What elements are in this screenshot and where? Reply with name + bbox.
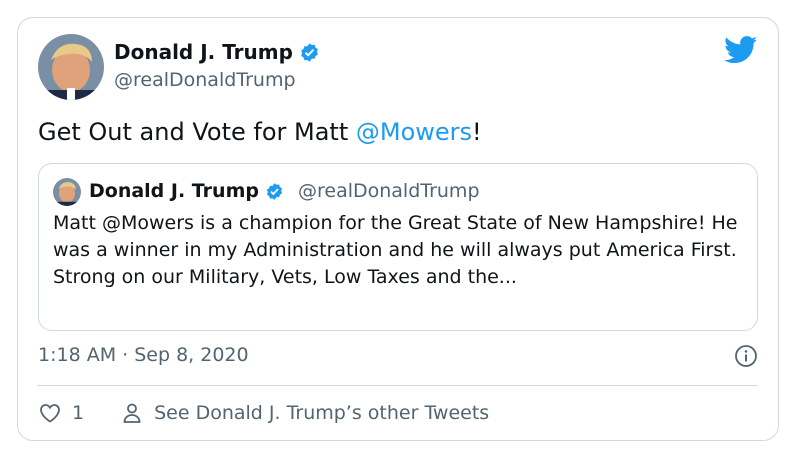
other-tweets-label: See Donald J. Trump’s other Tweets: [154, 402, 490, 424]
author-handle[interactable]: @realDonaldTrump: [114, 69, 296, 91]
quoted-author-avatar: [53, 178, 81, 206]
tweet-actions: 1 See Donald J. Trump’s other Tweets: [38, 401, 489, 425]
tweet-text-end: !: [472, 118, 482, 146]
author-name[interactable]: Donald J. Trump: [114, 40, 293, 64]
like-count: 1: [72, 402, 85, 424]
author-name-row[interactable]: Donald J. Trump: [114, 40, 320, 64]
info-icon[interactable]: [734, 344, 758, 368]
twitter-bird-icon[interactable]: [724, 36, 758, 64]
tweet-text-start: Get Out and Vote for Matt: [38, 118, 356, 146]
tweet-text: Get Out and Vote for Matt @Mowers!: [38, 118, 482, 146]
person-icon: [123, 403, 141, 423]
quoted-author-handle: @realDonaldTrump: [297, 180, 480, 202]
like-button[interactable]: 1: [38, 401, 84, 425]
tweet-card[interactable]: Donald J. Trump @realDonaldTrump Get Out…: [17, 17, 779, 441]
quoted-author-name: Donald J. Trump: [89, 180, 259, 202]
quoted-tweet-text: Matt @Mowers is a champion for the Great…: [53, 212, 738, 288]
verified-badge-icon: [301, 42, 318, 62]
quoted-header: Donald J. Trump @realDonaldTrump: [89, 180, 480, 202]
author-avatar[interactable]: [38, 34, 104, 100]
mention-link[interactable]: @Mowers: [356, 118, 472, 146]
quoted-tweet[interactable]: Donald J. Trump @realDonaldTrump Matt @M…: [38, 163, 758, 331]
divider: [38, 385, 758, 386]
tweet-timestamp[interactable]: 1:18 AM · Sep 8, 2020: [38, 344, 249, 366]
heart-icon: [40, 404, 60, 423]
verified-badge-icon: [266, 182, 283, 200]
other-tweets-link[interactable]: See Donald J. Trump’s other Tweets: [120, 401, 489, 425]
